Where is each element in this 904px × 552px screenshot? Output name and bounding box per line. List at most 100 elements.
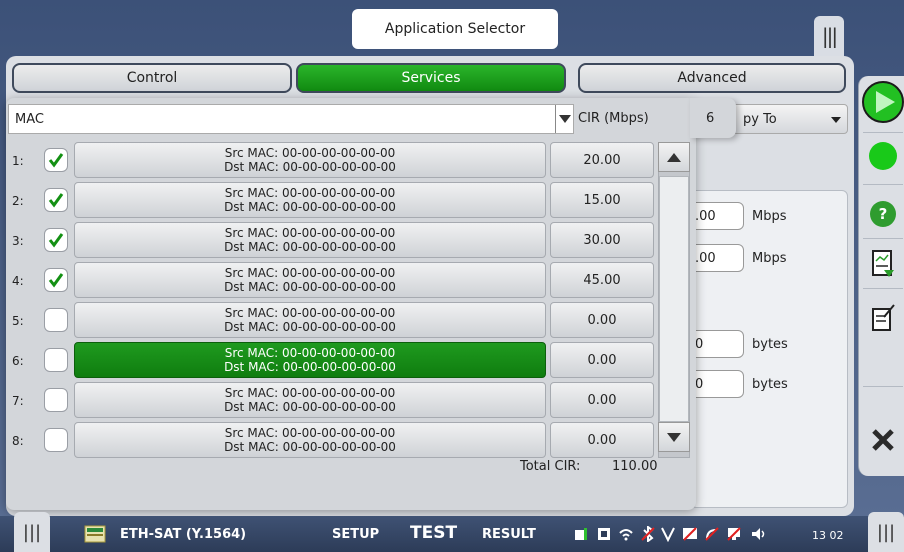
test-button[interactable]: TEST	[410, 523, 457, 543]
cir-value-button[interactable]: 0.00	[550, 342, 654, 378]
left-drawer-handle[interactable]: |||	[14, 512, 50, 552]
copy-to-select[interactable]: py To	[730, 104, 848, 134]
total-cir-value: 110.00	[612, 459, 658, 474]
mac-address-button[interactable]: Src MAC: 00-00-00-00-00-00 Dst MAC: 00-00…	[74, 422, 546, 458]
copy-to-label: py To	[743, 111, 777, 127]
src-mac-label: Src MAC: 00-00-00-00-00-00	[224, 306, 396, 320]
eir-field[interactable]: .00	[690, 244, 744, 272]
dst-mac-label: Dst MAC: 00-00-00-00-00-00	[224, 280, 396, 294]
service-checkbox[interactable]	[44, 188, 68, 212]
remote-display-icon	[683, 527, 697, 541]
cir-value: 0.00	[587, 312, 617, 328]
checkmark-icon	[48, 193, 64, 208]
storage-icon	[598, 528, 610, 540]
drawer-handle-icon: |||	[876, 521, 896, 543]
dst-mac-label: Dst MAC: 00-00-00-00-00-00	[224, 400, 396, 414]
chevron-down-icon	[558, 115, 571, 123]
app-window: Application Selector ||| Control Service…	[0, 0, 904, 552]
scroll-up-button[interactable]	[658, 142, 690, 172]
tab-services[interactable]: Services	[296, 63, 566, 93]
cir-value-button[interactable]: 0.00	[550, 422, 654, 458]
clock: 13 02	[812, 529, 844, 542]
status-led	[865, 138, 901, 174]
checkmark-icon	[48, 273, 64, 288]
service-checkbox[interactable]	[44, 428, 68, 452]
cir-value-button[interactable]: 30.00	[550, 222, 654, 258]
cbs-field[interactable]: 0	[690, 330, 744, 358]
cir-value-button[interactable]: 0.00	[550, 382, 654, 418]
drawer-handle-icon: |||	[22, 521, 42, 543]
wifi-icon	[619, 529, 633, 541]
row-number: 2:	[12, 194, 24, 208]
filter-select[interactable]: MAC	[8, 104, 574, 134]
app-name: ETH-SAT (Y.1564)	[120, 527, 247, 542]
cir-value-button[interactable]: 45.00	[550, 262, 654, 298]
service-checkbox[interactable]	[44, 308, 68, 332]
mac-address-button[interactable]: Src MAC: 00-00-00-00-00-00 Dst MAC: 00-00…	[74, 222, 546, 258]
src-mac-label: Src MAC: 00-00-00-00-00-00	[224, 386, 396, 400]
tab-control[interactable]: Control	[12, 63, 292, 93]
src-mac-label: Src MAC: 00-00-00-00-00-00	[224, 346, 396, 360]
dst-mac-label: Dst MAC: 00-00-00-00-00-00	[224, 160, 396, 174]
cir-value-button[interactable]: 20.00	[550, 142, 654, 178]
checkmark-icon	[48, 233, 64, 248]
service-checkbox[interactable]	[44, 388, 68, 412]
row-number: 6:	[12, 354, 24, 368]
tab-advanced[interactable]: Advanced	[578, 63, 846, 93]
service-checkbox[interactable]	[44, 148, 68, 172]
eir-field-value: .00	[695, 250, 716, 266]
cir-value: 15.00	[583, 192, 621, 208]
eir-unit: Mbps	[752, 251, 787, 266]
ebs-field-value: 0	[695, 376, 704, 392]
cbs-unit: bytes	[752, 337, 788, 352]
cir-value: 0.00	[587, 352, 617, 368]
right-drawer-handle[interactable]: |||	[868, 512, 904, 552]
result-button[interactable]: RESULT	[482, 527, 536, 542]
drawer-handle-icon: |||	[821, 24, 838, 48]
ebs-unit: bytes	[752, 377, 788, 392]
dst-mac-label: Dst MAC: 00-00-00-00-00-00	[224, 440, 396, 454]
scrollbar-thumb[interactable]	[659, 176, 689, 422]
service-checkbox[interactable]	[44, 348, 68, 372]
service-count: 6	[706, 111, 715, 126]
dst-mac-label: Dst MAC: 00-00-00-00-00-00	[224, 320, 396, 334]
arrow-up-icon	[667, 152, 681, 162]
mac-address-button[interactable]: Src MAC: 00-00-00-00-00-00 Dst MAC: 00-00…	[74, 342, 546, 378]
close-button[interactable]	[865, 422, 901, 458]
tab-services-label: Services	[401, 70, 461, 86]
row-number: 7:	[12, 394, 24, 408]
cir-value-button[interactable]: 15.00	[550, 182, 654, 218]
src-mac-label: Src MAC: 00-00-00-00-00-00	[224, 186, 396, 200]
filter-dropdown-button[interactable]	[555, 105, 573, 133]
mac-address-button[interactable]: Src MAC: 00-00-00-00-00-00 Dst MAC: 00-00…	[74, 262, 546, 298]
ebs-field[interactable]: 0	[690, 370, 744, 398]
arrow-down-icon	[667, 432, 681, 442]
right-sidebar: ?	[858, 76, 904, 476]
application-selector-button[interactable]: Application Selector	[352, 9, 558, 49]
total-cir-label: Total CIR:	[520, 459, 581, 474]
mac-address-button[interactable]: Src MAC: 00-00-00-00-00-00 Dst MAC: 00-00…	[74, 182, 546, 218]
service-checkbox[interactable]	[44, 268, 68, 292]
cir-unit: Mbps	[752, 209, 787, 224]
setup-button[interactable]: SETUP	[332, 527, 379, 542]
cir-field[interactable]: .00	[690, 202, 744, 230]
top-drawer-handle[interactable]: |||	[814, 16, 844, 56]
play-button[interactable]	[861, 80, 904, 124]
row-number: 5:	[12, 314, 24, 328]
mac-address-button[interactable]: Src MAC: 00-00-00-00-00-00 Dst MAC: 00-00…	[74, 382, 546, 418]
cir-value-button[interactable]: 0.00	[550, 302, 654, 338]
row-number: 1:	[12, 154, 24, 168]
scroll-down-button[interactable]	[658, 422, 690, 452]
report-button[interactable]	[865, 246, 901, 282]
mac-address-button[interactable]: Src MAC: 00-00-00-00-00-00 Dst MAC: 00-00…	[74, 142, 546, 178]
vnc-icon	[661, 527, 675, 542]
help-button[interactable]: ?	[865, 196, 901, 232]
dst-mac-label: Dst MAC: 00-00-00-00-00-00	[224, 200, 396, 214]
play-icon	[862, 81, 904, 123]
tab-control-label: Control	[126, 70, 178, 86]
service-checkbox[interactable]	[44, 228, 68, 252]
cir-field-value: .00	[695, 208, 716, 224]
mac-address-button[interactable]: Src MAC: 00-00-00-00-00-00 Dst MAC: 00-00…	[74, 302, 546, 338]
chevron-down-icon	[831, 117, 841, 123]
edit-notes-button[interactable]	[865, 300, 901, 336]
